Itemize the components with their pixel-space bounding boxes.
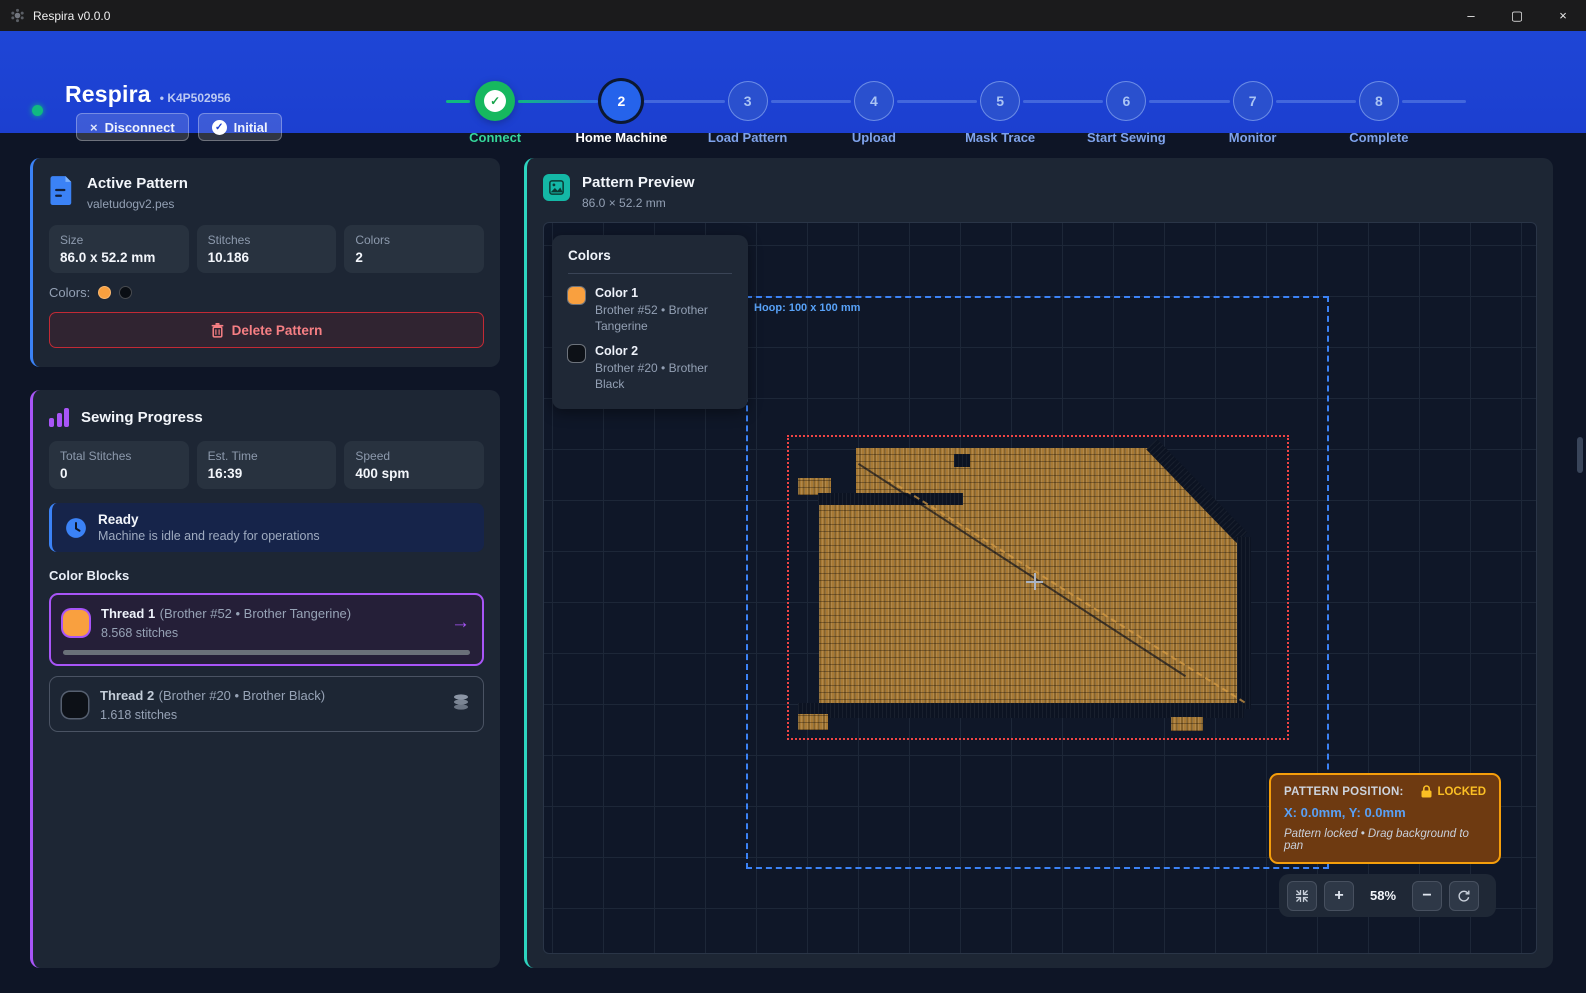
window-title: Respira v0.0.0 [33, 9, 110, 23]
stat-colors: Colors 2 [344, 225, 484, 273]
connection-status-dot [32, 105, 43, 116]
step-complete[interactable]: 8 Complete [1316, 81, 1442, 145]
step-connect-circle: ✓ [475, 81, 515, 121]
pattern-position-overlay: PATTERN POSITION: LOCKED X: 0.0mm, Y: 0.… [1269, 773, 1501, 864]
stat-total-stitches: Total Stitches 0 [49, 441, 189, 489]
zoom-controls: + 58% − [1279, 874, 1496, 917]
stat-speed: Speed 400 spm [344, 441, 484, 489]
stat-stitches: Stitches 10.186 [197, 225, 337, 273]
step-load-pattern[interactable]: 3 Load Pattern [685, 81, 811, 145]
stat-size: Size 86.0 x 52.2 mm [49, 225, 189, 273]
bar-chart-icon [49, 407, 69, 427]
status-description: Machine is idle and ready for operations [98, 529, 320, 543]
hoop-label: Hoop: 100 x 100 mm [754, 302, 860, 314]
machine-status-banner: Ready Machine is idle and ready for oper… [49, 503, 484, 552]
active-pattern-title: Active Pattern [87, 175, 188, 192]
status-title: Ready [98, 512, 320, 527]
lock-icon [1421, 785, 1432, 798]
initial-label: Initial [234, 120, 268, 135]
image-icon [543, 174, 570, 201]
colors-label: Colors: [49, 285, 90, 300]
zoom-out-button[interactable]: − [1412, 881, 1442, 911]
scrollbar-thumb[interactable] [1577, 437, 1583, 473]
thread-1-block[interactable]: Thread 1 (Brother #52 • Brother Tangerin… [49, 593, 484, 666]
position-hint: Pattern locked • Drag background to pan [1284, 828, 1486, 852]
machine-serial: • K4P502956 [160, 91, 231, 105]
color-blocks-label: Color Blocks [49, 568, 484, 583]
trash-icon [211, 323, 224, 338]
step-connect[interactable]: ✓ Connect [432, 81, 558, 145]
pattern-dimensions: 86.0 × 52.2 mm [582, 196, 695, 210]
thread-1-swatch [63, 610, 89, 636]
sewing-progress-title: Sewing Progress [81, 409, 203, 426]
x-icon: × [90, 120, 98, 135]
app-name: Respira [65, 81, 151, 108]
minimize-button[interactable]: – [1448, 0, 1494, 31]
check-icon: ✓ [484, 90, 506, 112]
step-monitor[interactable]: 7 Monitor [1190, 81, 1316, 145]
sewing-progress-card: Sewing Progress Total Stitches 0 Est. Ti… [30, 390, 500, 968]
center-crosshair [1026, 573, 1043, 590]
position-label: PATTERN POSITION: [1284, 786, 1404, 798]
pattern-preview-card: Pattern Preview 86.0 × 52.2 mm Colors Co… [524, 158, 1553, 968]
color-swatch-1 [98, 286, 111, 299]
active-pattern-card: Active Pattern valetudogv2.pes Size 86.0… [30, 158, 500, 367]
step-home-machine[interactable]: 2 Home Machine [558, 81, 684, 145]
maximize-button[interactable]: ▢ [1494, 0, 1540, 31]
thread-2-swatch [62, 692, 88, 718]
position-coordinates: X: 0.0mm, Y: 0.0mm [1284, 805, 1486, 820]
clock-icon [65, 517, 87, 539]
preview-canvas[interactable]: Colors Color 1 Brother #52 • Brother Tan… [543, 222, 1537, 954]
window-titlebar: Respira v0.0.0 – ▢ × [0, 0, 1586, 31]
disconnect-label: Disconnect [105, 120, 175, 135]
step-mask-trace[interactable]: 5 Mask Trace [937, 81, 1063, 145]
close-button[interactable]: × [1540, 0, 1586, 31]
legend-swatch-2 [568, 345, 585, 362]
locked-badge: LOCKED [1421, 785, 1486, 798]
arrow-right-icon: → [451, 612, 470, 634]
zoom-in-button[interactable]: + [1324, 881, 1354, 911]
document-icon [49, 175, 75, 205]
step-upload[interactable]: 4 Upload [811, 81, 937, 145]
zoom-level: 58% [1361, 888, 1405, 903]
legend-color-1: Color 1 Brother #52 • Brother Tangerine [568, 286, 732, 334]
color-legend: Colors Color 1 Brother #52 • Brother Tan… [552, 235, 748, 409]
legend-swatch-1 [568, 287, 585, 304]
app-header: Respira • K4P502956 × Disconnect ✓ Initi… [0, 31, 1586, 133]
pattern-preview-title: Pattern Preview [582, 174, 695, 191]
initial-button[interactable]: ✓ Initial [198, 113, 282, 141]
step-start-sewing[interactable]: 6 Start Sewing [1063, 81, 1189, 145]
workflow-stepper: ✓ Connect 2 Home Machine 3 Load Pattern … [432, 81, 1442, 145]
thread-2-block[interactable]: Thread 2 (Brother #20 • Brother Black) 1… [49, 676, 484, 732]
fit-to-screen-button[interactable] [1287, 881, 1317, 911]
legend-color-2: Color 2 Brother #20 • Brother Black [568, 344, 732, 392]
stat-est-time: Est. Time 16:39 [197, 441, 337, 489]
app-icon [10, 8, 25, 23]
check-circle-icon: ✓ [212, 120, 227, 135]
pattern-filename: valetudogv2.pes [87, 197, 188, 211]
reset-view-button[interactable] [1449, 881, 1479, 911]
color-swatch-2 [119, 286, 132, 299]
disconnect-button[interactable]: × Disconnect [76, 113, 189, 141]
layers-icon [451, 693, 471, 716]
thread-1-progress-bar [63, 650, 470, 655]
delete-pattern-button[interactable]: Delete Pattern [49, 312, 484, 348]
